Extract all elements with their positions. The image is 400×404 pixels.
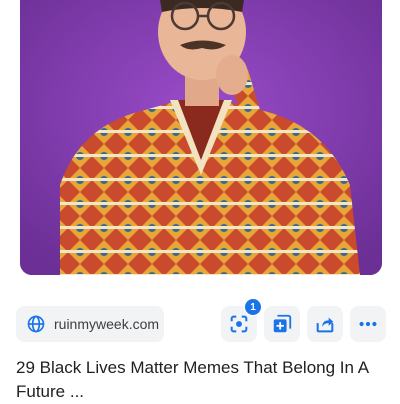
globe-icon	[27, 315, 45, 333]
add-to-collection-icon	[273, 314, 292, 333]
source-link[interactable]: ruinmyweek.com	[16, 306, 164, 342]
share-icon	[316, 317, 334, 333]
result-action-row: ruinmyweek.com 1	[16, 298, 386, 342]
more-options-icon	[359, 321, 377, 327]
result-image[interactable]	[20, 0, 382, 275]
result-image-art	[20, 0, 382, 275]
lens-icon	[230, 315, 248, 333]
result-title[interactable]: 29 Black Lives Matter Memes That Belong …	[16, 356, 386, 404]
share-button[interactable]	[307, 306, 343, 342]
add-to-collection-button[interactable]	[264, 306, 300, 342]
lens-badge: 1	[244, 298, 262, 316]
source-domain: ruinmyweek.com	[54, 316, 160, 332]
more-options-button[interactable]	[350, 306, 386, 342]
